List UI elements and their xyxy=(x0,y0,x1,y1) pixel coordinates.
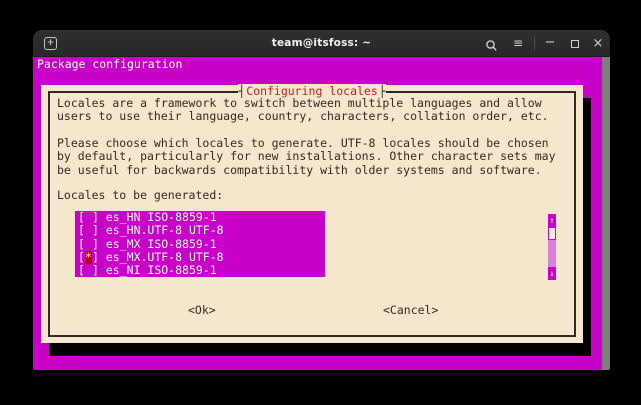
configuring-locales-dialog: ┤Configuring locales├ Locales are a fram… xyxy=(41,85,583,343)
dialog-paragraph-2: Please choose which locales to generate.… xyxy=(57,137,556,177)
checkbox-bracket: [ xyxy=(78,263,85,277)
package-configuration-header: Package configuration xyxy=(37,58,182,71)
terminal-scrollbar[interactable] xyxy=(601,57,610,370)
locale-label: es_HN.UTF-8 UTF-8 xyxy=(106,223,224,237)
maximize-button[interactable] xyxy=(567,36,583,52)
checkbox-bracket: [ xyxy=(78,223,85,237)
locale-label: es_HN ISO-8859-1 xyxy=(106,210,217,224)
close-button[interactable]: × xyxy=(590,36,606,52)
checklist-item-es-hn-utf8[interactable]: [ ] es_HN.UTF-8 UTF-8 xyxy=(75,224,325,237)
locales-checklist[interactable]: [ ] es_HN ISO-8859-1 [ ] es_HN.UTF-8 UTF-8… xyxy=(75,211,325,277)
scrollbar-up-arrow-icon[interactable]: ↑ xyxy=(548,214,556,227)
checkbox-mark-cursor[interactable]: * xyxy=(85,251,92,264)
checkbox-bracket: ] xyxy=(92,210,99,224)
checkbox-mark[interactable] xyxy=(85,224,92,237)
search-icon[interactable] xyxy=(483,37,499,53)
checklist-item-es-hn-iso[interactable]: [ ] es_HN ISO-8859-1 xyxy=(75,211,325,224)
scrollbar-thumb[interactable] xyxy=(548,227,556,240)
checkbox-mark[interactable] xyxy=(85,211,92,224)
checklist-item-es-mx-iso[interactable]: [ ] es_MX ISO-8859-1 xyxy=(75,238,325,251)
locale-label: es_MX.UTF-8 UTF-8 xyxy=(106,250,224,264)
locale-label: es_MX ISO-8859-1 xyxy=(106,237,217,251)
hamburger-menu-icon[interactable]: ≡ xyxy=(510,36,526,52)
terminal-screen: Package configuration ┤Configuring local… xyxy=(33,57,610,370)
checklist-item-es-mx-utf8[interactable]: [*] es_MX.UTF-8 UTF-8 xyxy=(75,251,325,264)
cancel-button[interactable]: <Cancel> xyxy=(383,304,438,317)
minimize-button[interactable]: − xyxy=(542,36,558,52)
titlebar-separator xyxy=(534,37,535,50)
checkbox-bracket: ] xyxy=(92,263,99,277)
checkbox-bracket: [ xyxy=(78,210,85,224)
checkbox-bracket: ] xyxy=(92,250,99,264)
checklist-scrollbar[interactable]: ↑ ↓ xyxy=(548,214,556,280)
terminal-window: + team@itsfoss: ~ ≡ − × Package configur… xyxy=(33,30,610,370)
scrollbar-down-arrow-icon[interactable]: ↓ xyxy=(548,267,556,280)
checklist-item-es-ni-iso[interactable]: [ ] es_NI ISO-8859-1 xyxy=(75,264,325,277)
scrollbar-track[interactable] xyxy=(548,240,556,267)
ok-button[interactable]: <Ok> xyxy=(188,304,216,317)
checkbox-bracket: ] xyxy=(92,223,99,237)
checkbox-bracket: ] xyxy=(92,237,99,251)
dialog-paragraph-1: Locales are a framework to switch betwee… xyxy=(57,97,549,124)
checkbox-bracket: [ xyxy=(78,237,85,251)
checkbox-mark[interactable] xyxy=(85,264,92,277)
locale-label: es_NI ISO-8859-1 xyxy=(106,263,217,277)
titlebar: + team@itsfoss: ~ ≡ − × xyxy=(33,30,610,57)
locales-prompt-label: Locales to be generated: xyxy=(57,189,223,202)
checkbox-bracket: [ xyxy=(78,250,85,264)
checkbox-mark[interactable] xyxy=(85,238,92,251)
